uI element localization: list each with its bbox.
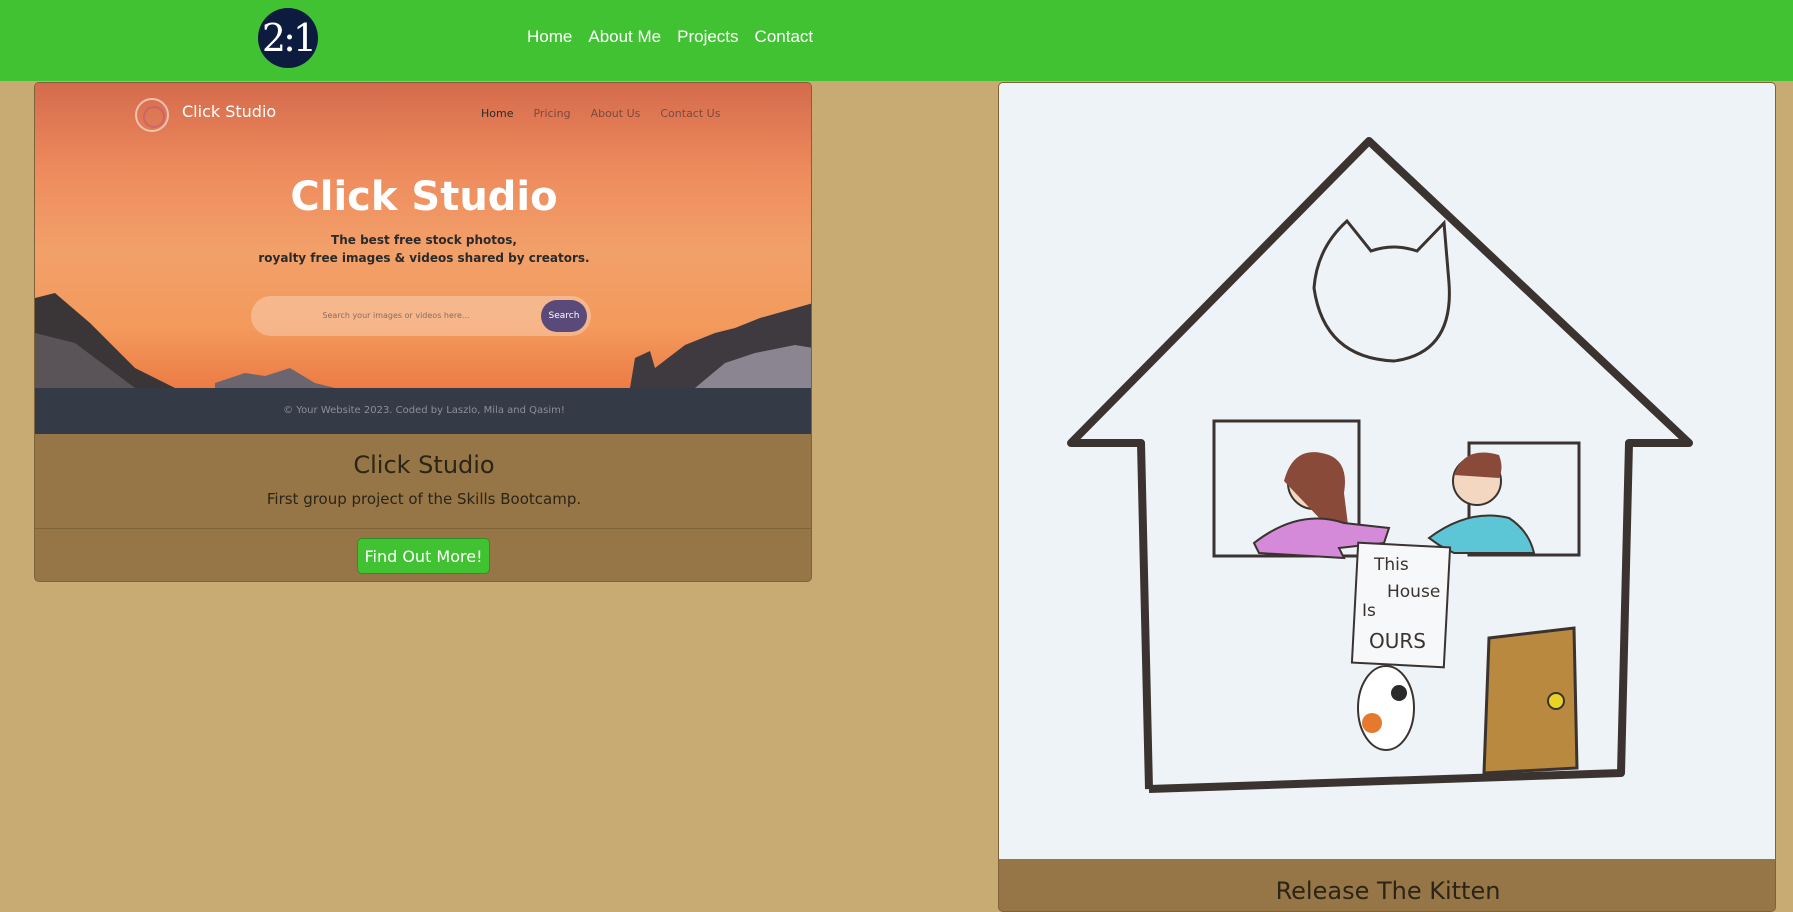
inner-nav-pricing: Pricing (533, 107, 571, 120)
find-out-more-button[interactable]: Find Out More! (357, 538, 490, 574)
nav-link-about-me[interactable]: About Me (588, 27, 661, 47)
site-logo[interactable]: 2:1 (258, 8, 318, 68)
inner-search-placeholder: Search your images or videos here... (322, 311, 470, 320)
inner-nav-about-us: About Us (590, 107, 641, 120)
kitten-body (1357, 665, 1415, 751)
card-description: First group project of the Skills Bootca… (266, 490, 582, 508)
kitten-black-spot (1391, 685, 1407, 701)
hero-subtitle-line-2: royalty free images & videos shared by c… (258, 251, 590, 265)
house-drawing-svg: This House Is OURS (1067, 137, 1693, 793)
nav-link-home[interactable]: Home (527, 27, 572, 47)
inner-search-bar: Search your images or videos here... Sea… (251, 296, 591, 336)
hero-title: Click Studio (290, 174, 558, 220)
project-card-click-studio: Click Studio Home Pricing About Us Conta… (34, 82, 812, 582)
card-title: Click Studio (353, 451, 495, 479)
card-footer: Find Out More! (35, 528, 811, 581)
door-knob (1547, 692, 1565, 710)
inner-brand: Click Studio (182, 102, 277, 121)
nav-link-contact[interactable]: Contact (755, 27, 814, 47)
hero-subtitle: The best free stock photos, royalty free… (35, 231, 811, 267)
inner-nav-contact-us: Contact Us (660, 107, 721, 120)
card-title-2: Release The Kitten (1275, 877, 1501, 905)
house-drawing: This House Is OURS (999, 83, 1775, 859)
nav-link-projects[interactable]: Projects (677, 27, 738, 47)
kitten-orange-spot (1362, 713, 1382, 733)
sign-line-1: This (1373, 555, 1409, 575)
sign-line-4: OURS (1369, 629, 1426, 653)
inner-nav-home: Home (481, 107, 514, 120)
nav-links: Home About Me Projects Contact (527, 27, 813, 47)
sign-line-3: Is (1362, 601, 1376, 621)
sign-line-2: House (1387, 582, 1440, 602)
inner-footer: © Your Website 2023. Coded by Laszlo, Mi… (35, 388, 811, 434)
hero-subtitle-line-1: The best free stock photos, (331, 233, 517, 247)
top-navbar: 2:1 Home About Me Projects Contact (0, 0, 1793, 81)
project-card-release-the-kitten: This House Is OURS Release The Kitten (998, 82, 1776, 912)
inner-search-button: Search (541, 300, 587, 332)
project-screenshot: Click Studio Home Pricing About Us Conta… (35, 83, 811, 434)
cat-window (1312, 218, 1451, 363)
inner-nav: Home Pricing About Us Contact Us (481, 107, 720, 120)
click-studio-logo-icon (135, 98, 169, 132)
boy-hair (1454, 452, 1502, 478)
